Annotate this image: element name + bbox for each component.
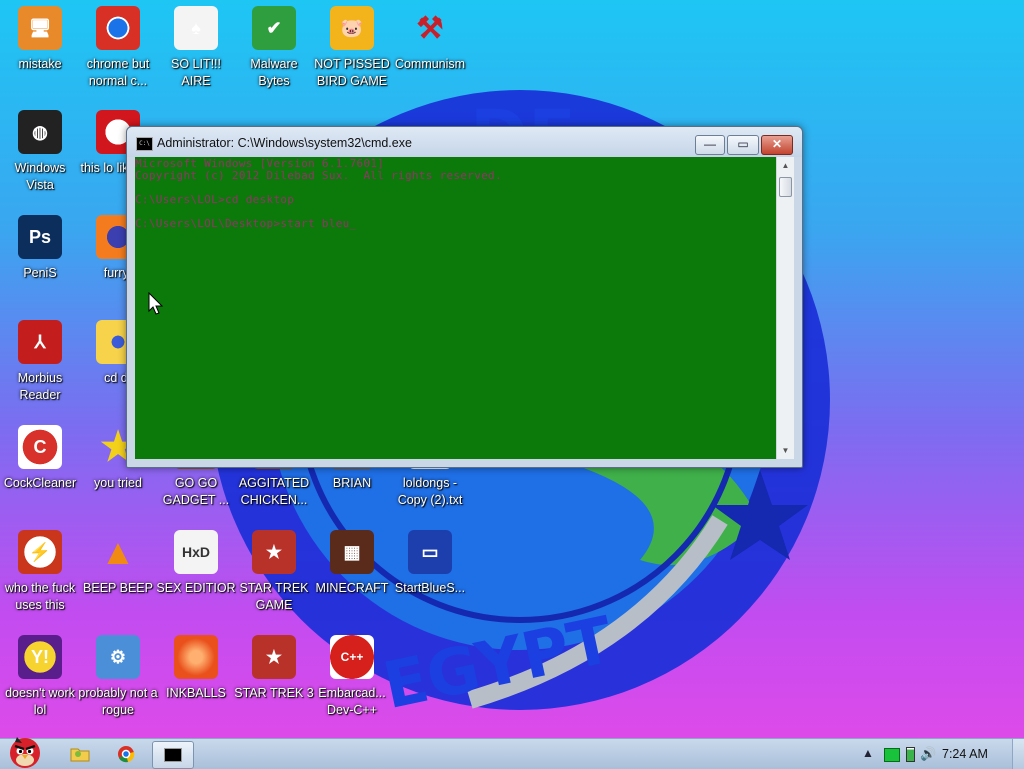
angry-bird-start-icon xyxy=(10,737,40,768)
scroll-down-arrow-icon[interactable]: ▼ xyxy=(777,442,794,459)
chrome-icon xyxy=(118,746,135,763)
console-line: Copyright (c) 2012 Dilebad Sux. All righ… xyxy=(135,169,502,182)
desktop-icon-label: loldongs - Copy (2).txt xyxy=(397,476,463,507)
winged-emblem-icon: ⚒ xyxy=(416,11,444,45)
desktop-icon[interactable]: HxD SEX EDITIOR xyxy=(156,530,236,597)
show-hidden-icons-button[interactable]: ▲ xyxy=(862,746,874,760)
mouse-cursor-icon xyxy=(148,292,164,315)
cmd-window-title: Administrator: C:\Windows\system32\cmd.e… xyxy=(157,136,412,150)
yahoo-messenger-icon: Y! xyxy=(18,635,62,679)
desktop-icon-label: chrome but normal c... xyxy=(86,57,150,88)
trash-bin-icon: ◍ xyxy=(18,110,62,154)
desktop-icon-label: CockCleaner xyxy=(3,476,77,490)
desktop-icon[interactable]: ✔ Malware Bytes xyxy=(234,6,314,90)
desktop-icon-label: NOT PISSED BIRD GAME xyxy=(314,57,390,88)
hxd-icon: HxD xyxy=(174,530,218,574)
battery-icon[interactable] xyxy=(906,747,915,762)
photoshop-icon: Ps xyxy=(18,215,62,259)
desktop-icon-label: probably not a rogue xyxy=(78,686,158,717)
desktop-icon[interactable]: chrome but normal c... xyxy=(78,6,158,90)
shield-check-icon: ✔ xyxy=(252,6,296,50)
desktop-icon[interactable]: ⚙ probably not a rogue xyxy=(78,635,158,719)
desktop-icon-label: SO LIT!!! AIRE xyxy=(170,57,221,88)
flash-icon: ⚡ xyxy=(18,530,62,574)
volume-icon[interactable]: 🔊 xyxy=(920,746,936,762)
explorer-folder-icon xyxy=(70,748,90,762)
show-desktop-button[interactable] xyxy=(1012,739,1024,769)
desktop-icon-label: who the fuck uses this xyxy=(4,581,76,612)
devcpp-icon: C++ xyxy=(330,635,374,679)
console-area[interactable]: Microsoft Windows [Version 6.1.7601] Cop… xyxy=(135,157,776,459)
desktop-icon[interactable]: ▲ BEEP BEEP xyxy=(78,530,158,597)
desktop-icon-label: Malware Bytes xyxy=(250,57,298,88)
desktop-icon-label: GO GO GADGET ... xyxy=(162,476,230,507)
taskbar-clock[interactable]: 7:24 AM xyxy=(942,747,988,761)
minimize-button[interactable]: — xyxy=(695,135,725,155)
desktop-icon-label: BRIAN xyxy=(332,476,372,490)
desktop-icon-label: you tried xyxy=(94,476,142,490)
desktop-icon-label: Embarcad... Dev-C++ xyxy=(318,686,386,717)
desktop-icon-label: StartBlueS... xyxy=(394,581,466,595)
desktop-icon[interactable]: ♠ SO LIT!!! AIRE xyxy=(156,6,236,90)
desktop-icon[interactable]: C++ Embarcad... Dev-C++ xyxy=(312,635,392,719)
cmd-titlebar[interactable]: C:\ Administrator: C:\Windows\system32\c… xyxy=(127,127,802,157)
desktop-icon-label: Morbius Reader xyxy=(17,371,63,402)
desktop-icon[interactable]: Y! doesn't work lol xyxy=(0,635,80,719)
desktop-icon[interactable]: ⅄ Morbius Reader xyxy=(0,320,80,404)
console-line: C:\Users\LOL\Desktop>start bleu_ xyxy=(135,217,357,230)
cmd-icon xyxy=(164,748,182,762)
desktop-icon[interactable]: C CockCleaner xyxy=(0,425,80,492)
star-wars-game-icon: ★ xyxy=(252,635,296,679)
desktop-icon-label: MINECRAFT xyxy=(315,581,389,595)
desktop-icon[interactable]: ★ STAR TREK GAME xyxy=(234,530,314,614)
desktop-icon-label: doesn't work lol xyxy=(5,686,75,717)
desktop-icon[interactable]: ◍ Windows Vista xyxy=(0,110,80,194)
window-app-icon: ▭ xyxy=(408,530,452,574)
taskbar-chrome-button[interactable] xyxy=(106,741,146,767)
desktop-icon[interactable]: 🐷 NOT PISSED BIRD GAME xyxy=(312,6,392,90)
gears-icon: ⚙ xyxy=(96,635,140,679)
desktop-icon-label: Windows Vista xyxy=(14,161,66,192)
network-status-icon[interactable] xyxy=(884,748,900,762)
console-scrollbar[interactable]: ▲ ▼ xyxy=(776,157,794,459)
console-line: C:\Users\LOL>cd desktop xyxy=(135,193,295,206)
minecraft-icon: ▦ xyxy=(330,530,374,574)
star-wars-game-icon: ★ xyxy=(252,530,296,574)
taskbar: ▲ 🔊 7:24 AM xyxy=(0,737,1024,769)
close-button[interactable]: ✕ xyxy=(761,135,793,155)
green-pig-icon: 🐷 xyxy=(330,6,374,50)
desktop-icon-label: INKBALLS xyxy=(166,686,226,700)
cmd-window[interactable]: C:\ Administrator: C:\Windows\system32\c… xyxy=(126,126,803,468)
desktop-icon[interactable]: 🖥 mistake xyxy=(0,6,80,73)
desktop-icon[interactable]: INKBALLS xyxy=(156,635,236,702)
desktop-icon-label: BEEP BEEP xyxy=(83,581,153,595)
acrobat-icon: ⅄ xyxy=(18,320,62,364)
start-button[interactable] xyxy=(2,731,48,769)
inkball-icon xyxy=(174,635,218,679)
taskbar-explorer-button[interactable] xyxy=(60,741,100,767)
vlc-cone-icon: ▲ xyxy=(100,531,136,572)
desktop-icon-label: PeniS xyxy=(23,266,57,280)
cmd-title-icon: C:\ xyxy=(136,137,153,151)
chrome-icon xyxy=(96,6,140,50)
playing-cards-icon: ♠ xyxy=(174,6,218,50)
desktop-icon-label: Communism xyxy=(394,57,466,71)
maximize-button[interactable]: ▭ xyxy=(727,135,759,155)
desktop-icon[interactable]: ▦ MINECRAFT xyxy=(312,530,392,597)
desktop-icon[interactable]: Ps PeniS xyxy=(0,215,80,282)
ccleaner-icon: C xyxy=(18,425,62,469)
desktop-icon-label: STAR TREK GAME xyxy=(239,581,309,612)
desktop-icon[interactable]: ★ STAR TREK 3 xyxy=(234,635,314,702)
taskbar-cmd-button[interactable] xyxy=(152,741,194,769)
desktop-icon-label: STAR TREK 3 xyxy=(234,686,314,700)
desktop-icon-label: mistake xyxy=(18,57,62,71)
scroll-up-arrow-icon[interactable]: ▲ xyxy=(777,157,794,174)
desktop-icon[interactable]: ▭ StartBlueS... xyxy=(390,530,470,597)
computer-monitor-icon: 🖥 xyxy=(18,6,62,50)
scroll-thumb[interactable] xyxy=(779,177,792,197)
desktop-icon-label: SEX EDITIOR xyxy=(156,581,236,595)
desktop-icon-label: AGGITATED CHICKEN... xyxy=(238,476,310,507)
desktop-icon[interactable]: ⚒ Communism xyxy=(390,6,470,73)
desktop-icon[interactable]: ⚡ who the fuck uses this xyxy=(0,530,80,614)
